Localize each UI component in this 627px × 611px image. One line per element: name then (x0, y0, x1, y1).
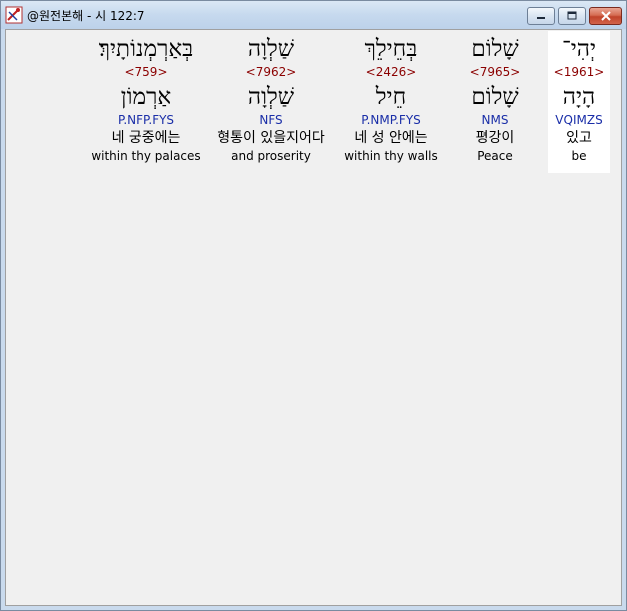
window-title: @원전본해 - 시 122:7 (27, 9, 145, 23)
english-gloss: and proserity (231, 149, 311, 163)
maximize-button[interactable] (558, 7, 586, 25)
minimize-icon (537, 17, 545, 19)
hebrew-root: חֵיל (375, 84, 407, 110)
word-column[interactable]: שַׁלְוָה <7962> שַׁלְוָה NFS 형통이 있을지어다 and pr… (201, 31, 341, 173)
title-bar[interactable]: @원전본해 - 시 122:7 (1, 1, 626, 29)
close-button[interactable] (589, 7, 622, 25)
morphology-code: P.NMP.FYS (361, 113, 421, 127)
word-column[interactable]: יְהִי־ <1961> הָיָה VQIMZS 있고 be (548, 31, 610, 173)
strong-number: <1961> (553, 65, 605, 79)
app-window: @원전본해 - 시 122:7 יְהִי־ <1961> הָיָה VQIMZS 있… (0, 0, 627, 611)
hebrew-root: שַׁלְוָה (247, 84, 295, 110)
english-gloss: within thy walls (344, 149, 438, 163)
word-column[interactable]: בְּאַרְמְנוֹתָיִךְ׃ <759> אַרְמוֹן P.NFP.FY… (71, 31, 221, 173)
korean-gloss: 네 성 안에는 (354, 130, 428, 146)
english-gloss: within thy palaces (91, 149, 201, 163)
morphology-code: P.NFP.FYS (117, 113, 175, 127)
close-icon (600, 11, 611, 21)
korean-gloss: 형통이 있을지어다 (217, 130, 325, 146)
app-icon[interactable] (5, 6, 23, 24)
english-gloss: be (571, 149, 587, 163)
hebrew-word: שַׁלְוָה (247, 36, 295, 62)
interlinear-panel: יְהִי־ <1961> הָיָה VQIMZS 있고 be שָׁלוֹם <7965>… (5, 29, 622, 606)
morphology-code: NFS (259, 113, 283, 127)
morphology-code: VQIMZS (555, 113, 603, 127)
hebrew-root: הָיָה (562, 84, 596, 110)
maximize-icon (567, 11, 577, 20)
minimize-button[interactable] (527, 7, 555, 25)
strong-number: <7962> (245, 65, 297, 79)
hebrew-root: אַרְמוֹן (120, 84, 172, 110)
hebrew-word: בְּאַרְמְנוֹתָיִךְ׃ (98, 36, 194, 62)
strong-number: <2426> (365, 65, 417, 79)
korean-gloss: 있고 (566, 130, 592, 146)
hebrew-word: בְּחֵילֵךְ (364, 36, 418, 62)
word-column[interactable]: בְּחֵילֵךְ <2426> חֵיל P.NMP.FYS 네 성 안에는 with… (326, 31, 456, 173)
korean-gloss: 네 궁중에는 (111, 130, 181, 146)
hebrew-word: יְהִי־ (561, 36, 597, 62)
strong-number: <759> (124, 65, 168, 79)
